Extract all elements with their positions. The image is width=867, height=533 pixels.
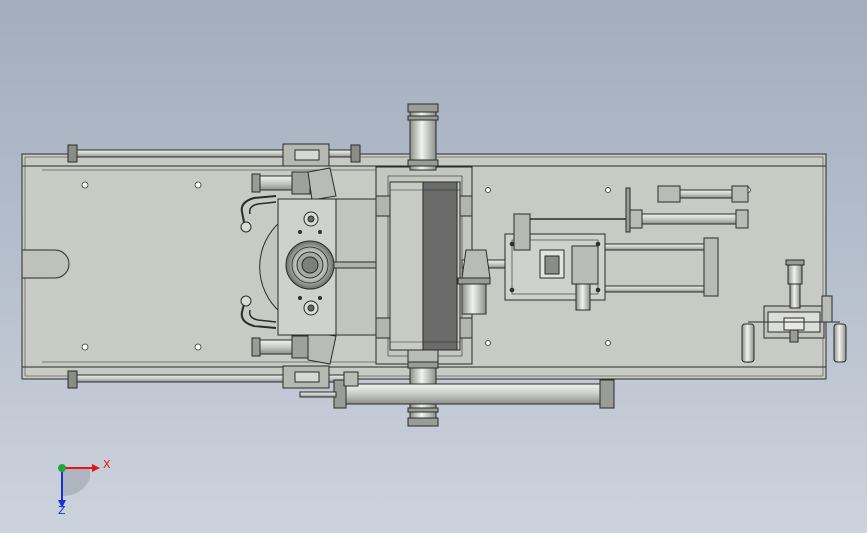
cad-viewport[interactable]: X Z	[0, 0, 867, 533]
small-cylinder-2	[633, 213, 741, 225]
coordinate-triad-icon	[58, 464, 100, 508]
axis-z-label: Z	[58, 504, 66, 517]
carriage-dark-face	[422, 181, 458, 351]
axis-x-label: X	[103, 458, 111, 471]
base-slot	[21, 249, 70, 279]
cad-drawing: X Z	[21, 103, 847, 517]
guide-frame-right	[604, 243, 710, 251]
long-cylinder-bottom	[339, 383, 613, 405]
